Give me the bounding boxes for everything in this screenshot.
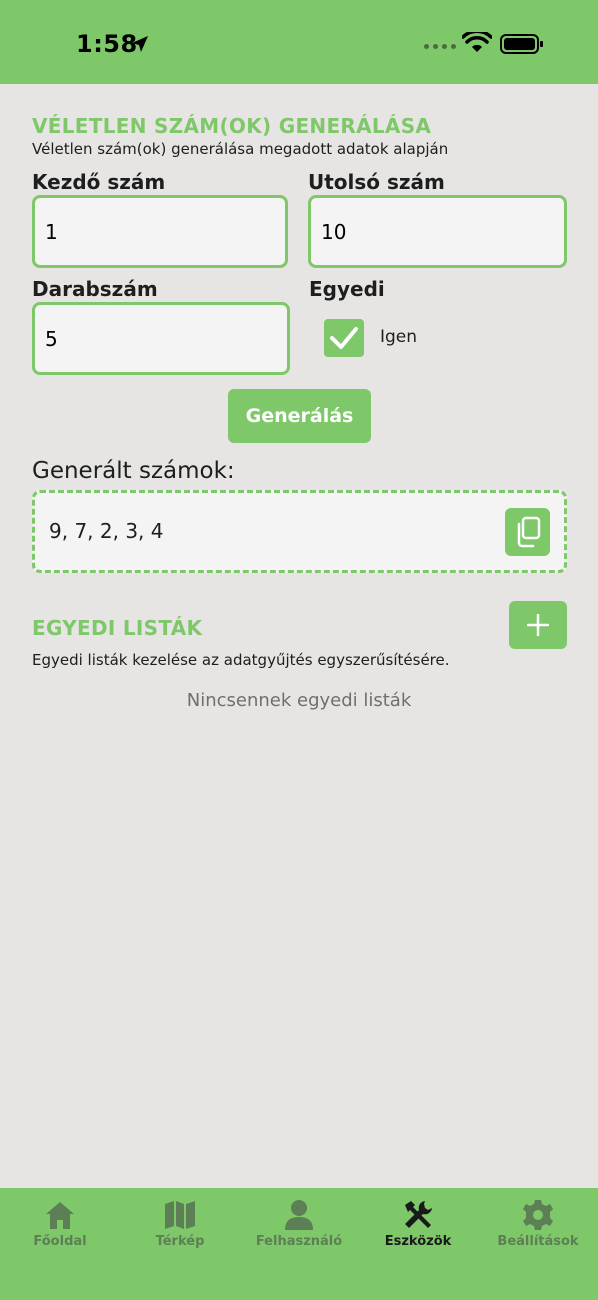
start-number-value: 1 — [45, 219, 58, 244]
count-input[interactable]: 5 — [32, 302, 290, 375]
tab-map[interactable]: Térkép — [120, 1188, 240, 1268]
unique-checkbox-label: Igen — [380, 327, 418, 347]
tools-icon — [405, 1201, 432, 1228]
count-label: Darabszám — [32, 277, 158, 301]
tab-home[interactable]: Főoldal — [0, 1188, 120, 1268]
tab-user-label: Felhasználó — [255, 1234, 343, 1249]
custom-lists-title: EGYEDI LISTÁK — [32, 616, 203, 640]
tab-settings[interactable]: Beállítások — [478, 1188, 598, 1268]
unique-checkbox[interactable] — [324, 319, 364, 357]
start-number-input[interactable]: 1 — [32, 195, 288, 268]
map-icon — [165, 1201, 195, 1229]
end-number-value: 10 — [321, 219, 347, 244]
tab-home-label: Főoldal — [33, 1234, 87, 1249]
location-arrow-icon — [132, 36, 148, 52]
add-list-button[interactable] — [509, 601, 567, 649]
generated-numbers-box: 9, 7, 2, 3, 4 — [32, 490, 567, 573]
count-value: 5 — [45, 326, 58, 351]
empty-lists-text: Nincsennek egyedi listák — [186, 690, 412, 711]
home-icon — [46, 1202, 74, 1229]
tab-map-label: Térkép — [155, 1234, 205, 1249]
gear-icon — [523, 1200, 553, 1230]
status-bar: 1:58 — [0, 0, 598, 84]
signal-dots-icon — [424, 44, 456, 49]
copy-button[interactable] — [505, 508, 550, 556]
tab-bar: Főoldal Térkép Felhasználó Eszközök Beál… — [0, 1188, 598, 1300]
start-number-label: Kezdő szám — [32, 170, 166, 194]
copy-icon — [517, 516, 540, 548]
user-icon — [285, 1200, 313, 1230]
battery-icon — [500, 34, 543, 54]
generated-numbers-value: 9, 7, 2, 3, 4 — [49, 519, 164, 543]
custom-lists-description: Egyedi listák kezelése az adatgyűjtés eg… — [32, 651, 450, 669]
generated-numbers-label: Generált számok: — [32, 458, 235, 484]
tools-screen: VÉLETLEN SZÁM(OK) GENERÁLÁSA Véletlen sz… — [0, 84, 598, 1188]
tab-settings-label: Beállítások — [497, 1234, 579, 1249]
random-section-description: Véletlen szám(ok) generálása megadott ad… — [32, 140, 449, 158]
tab-user[interactable]: Felhasználó — [239, 1188, 359, 1268]
end-number-input[interactable]: 10 — [308, 195, 567, 268]
checkmark-icon — [330, 327, 358, 349]
status-time: 1:58 — [76, 30, 138, 58]
tab-tools[interactable]: Eszközök — [358, 1188, 478, 1268]
end-number-label: Utolsó szám — [308, 170, 445, 194]
plus-icon — [527, 614, 549, 636]
random-section-title: VÉLETLEN SZÁM(OK) GENERÁLÁSA — [32, 114, 432, 138]
generate-button[interactable]: Generálás — [228, 389, 371, 443]
tab-tools-label: Eszközök — [384, 1234, 452, 1249]
unique-label: Egyedi — [309, 277, 385, 301]
wifi-icon — [462, 32, 492, 52]
